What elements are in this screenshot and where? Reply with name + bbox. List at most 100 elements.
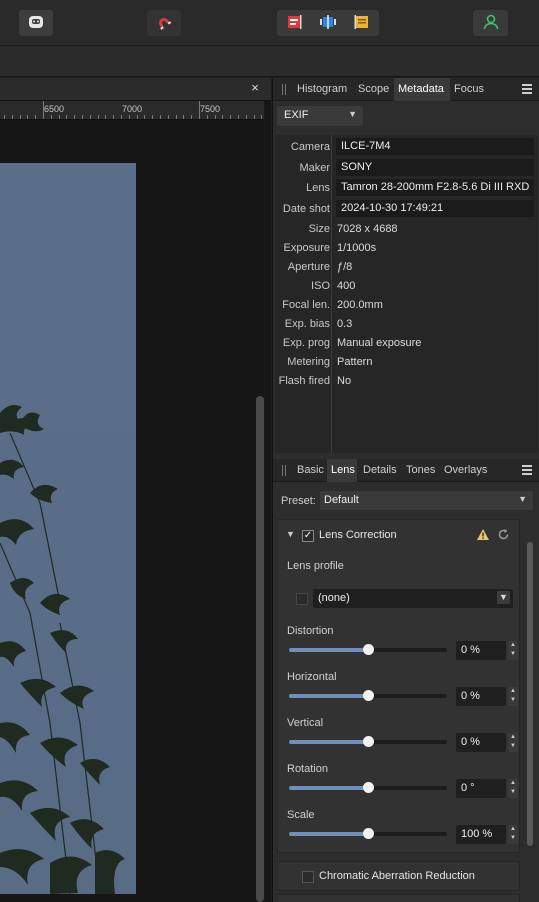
tab-histogram[interactable]: Histogram (297, 83, 347, 95)
chromatic-aberration-checkbox[interactable] (302, 871, 314, 883)
align-center-button[interactable] (311, 10, 345, 36)
rotation-value-field[interactable]: 0 ° (456, 779, 506, 798)
ruler-tick (168, 115, 169, 119)
metadata-label: Camera (290, 141, 330, 153)
slider-handle[interactable] (363, 736, 374, 747)
vertical-slider[interactable] (289, 736, 447, 747)
ruler-tick (129, 115, 130, 119)
document-canvas[interactable]: × 6500 7000 7500 (0, 78, 271, 902)
metadata-row: Aperture ƒ/8 (275, 258, 538, 277)
user-icon (482, 13, 500, 34)
metadata-value[interactable]: SONY (341, 161, 372, 173)
slider-handle[interactable] (363, 644, 374, 655)
metadata-label: Aperture (287, 261, 330, 273)
panel-menu-icon[interactable] (522, 84, 532, 94)
next-adjustment-group[interactable] (277, 894, 520, 902)
lens-correction-title: Lens Correction (319, 529, 397, 541)
slider-fill (289, 694, 368, 698)
tab-metadata[interactable]: Metadata (398, 83, 444, 95)
metadata-type-select[interactable]: EXIF ▼ (277, 106, 363, 126)
metadata-row: Focal len. 200.0mm (275, 296, 538, 315)
ruler-tick (66, 115, 67, 119)
metadata-value: 0.3 (337, 318, 353, 330)
metadata-value: Pattern (337, 356, 373, 368)
ruler-tick-label: 6500 (44, 104, 65, 114)
scale-stepper[interactable]: ▲ ▼ (508, 825, 518, 844)
metadata-label: Flash fired (278, 375, 330, 387)
tab-overlays[interactable]: Overlays (444, 464, 487, 476)
horizontal-slider[interactable] (289, 690, 447, 701)
metadata-value-field[interactable]: Tamron 28-200mm F2.8-5.6 Di III RXD (336, 179, 534, 196)
distortion-value-field[interactable]: 0 % (456, 641, 506, 660)
account-button[interactable] (473, 10, 508, 36)
metadata-label: Size (308, 223, 330, 235)
metadata-value[interactable]: 2024-10-30 17:49:21 (341, 202, 443, 214)
lens-profile-value: (none) (318, 592, 350, 604)
panel-grip-handle[interactable] (282, 465, 286, 476)
metadata-row: Date shot 2024-10-30 17:49:21 (275, 199, 538, 219)
lens-correction-checkbox[interactable]: ✓ (302, 530, 314, 542)
metadata-label: Date shot (282, 202, 330, 215)
distortion-slider[interactable] (289, 644, 447, 655)
metadata-type-value: EXIF (284, 109, 309, 121)
chromatic-aberration-group[interactable]: Chromatic Aberration Reduction (277, 861, 520, 891)
align-right-button[interactable] (345, 10, 379, 36)
metadata-value-field[interactable]: SONY (336, 158, 534, 176)
tab-scope[interactable]: Scope (358, 83, 389, 95)
metadata-panel: EXIF ▼ Camera ILCE-7M4 Maker SONY Lens Tamron… (273, 101, 539, 459)
metadata-value[interactable]: ILCE-7M4 (341, 140, 391, 152)
tab-basic[interactable]: Basic (297, 464, 324, 476)
metadata-value: 200.0mm (337, 299, 383, 311)
alignment-button-group (277, 10, 379, 36)
scale-value-field[interactable]: 100 % (456, 825, 506, 844)
metadata-value-field[interactable]: 2024-10-30 17:49:21 (336, 199, 534, 217)
lens-correction-group: ▼ ✓ Lens Correction Lens profile (none) … (277, 519, 520, 853)
slider-fill (289, 832, 368, 836)
rotation-slider[interactable] (289, 782, 447, 793)
persona-button[interactable] (19, 10, 53, 36)
lens-correction-header[interactable]: ▼ ✓ Lens Correction (278, 520, 519, 550)
metadata-row: Size 7028 x 4688 (275, 220, 538, 239)
rotation-stepper[interactable]: ▲ ▼ (508, 779, 518, 798)
canvas-vertical-scrollbar[interactable] (256, 396, 264, 902)
tab-details[interactable]: Details (363, 464, 397, 476)
panel-grip-handle[interactable] (282, 84, 286, 95)
horizontal-stepper[interactable]: ▲ ▼ (508, 687, 518, 706)
reset-icon[interactable] (497, 528, 510, 544)
metadata-value[interactable]: Tamron 28-200mm F2.8-5.6 Di III RXD (341, 181, 529, 193)
photo-image (0, 163, 136, 894)
tab-tones[interactable]: Tones (406, 464, 435, 476)
preset-select[interactable]: Default ▼ (320, 491, 533, 510)
ruler-tick-label: 7500 (200, 104, 221, 114)
chevron-down-icon[interactable]: ▼ (286, 529, 295, 539)
metadata-value: Manual exposure (337, 337, 422, 349)
scale-slider[interactable] (289, 828, 447, 839)
ruler-tick (176, 115, 177, 119)
studio-panels: Histogram Scope Metadata Focus EXIF ▼ Ca… (272, 78, 539, 902)
align-left-icon (285, 13, 303, 34)
warning-icon[interactable] (476, 528, 490, 544)
metadata-value-field[interactable]: ILCE-7M4 (336, 138, 534, 155)
ruler-tick (215, 115, 216, 119)
slider-handle[interactable] (363, 690, 374, 701)
lens-panel-scrollbar[interactable] (527, 542, 533, 846)
tab-lens[interactable]: Lens (331, 464, 355, 476)
vertical-stepper[interactable]: ▲ ▼ (508, 733, 518, 752)
align-left-button[interactable] (277, 10, 311, 36)
lens-profile-checkbox[interactable] (296, 593, 308, 605)
close-icon[interactable]: × (249, 81, 261, 94)
tab-focus[interactable]: Focus (454, 83, 484, 95)
tree-foliage-image (0, 163, 136, 894)
slider-handle[interactable] (363, 828, 374, 839)
distortion-stepper[interactable]: ▲ ▼ (508, 641, 518, 660)
slider-handle[interactable] (363, 782, 374, 793)
horizontal-ruler: 6500 7000 7500 (0, 101, 264, 120)
distortion-label: Distortion (287, 625, 334, 637)
panel-menu-icon[interactable] (522, 465, 532, 475)
horizontal-value-field[interactable]: 0 % (456, 687, 506, 706)
horizontal-slider-group: Horizontal 0 % ▲ ▼ (278, 671, 519, 717)
metadata-row: Exp. prog Manual exposure (275, 334, 538, 353)
vertical-value-field[interactable]: 0 % (456, 733, 506, 752)
lens-profile-select[interactable]: (none) ▼ (313, 589, 513, 608)
snapping-button[interactable] (147, 10, 181, 36)
